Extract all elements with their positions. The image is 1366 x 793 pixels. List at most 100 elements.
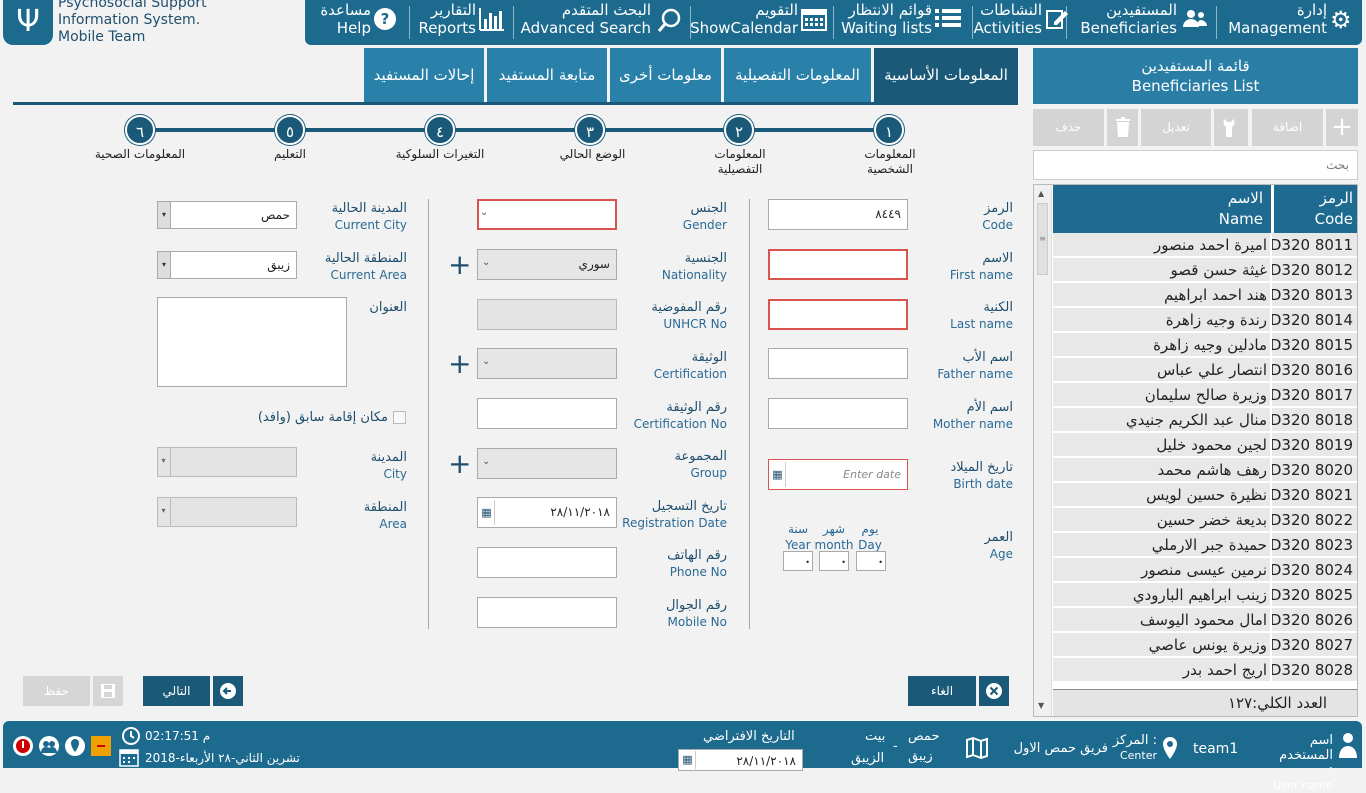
- nationality-select[interactable]: سوري: [477, 249, 617, 280]
- wizard-step-2[interactable]: ٢: [724, 115, 754, 145]
- table-row[interactable]: بديعة خضر حسين D320 8022: [1053, 508, 1357, 532]
- table-row[interactable]: مادلين وجيه زاهرة D320 8015: [1053, 333, 1357, 357]
- row-code: D320 8013: [1269, 286, 1353, 304]
- nav-beneficiaries[interactable]: المستفيدين Beneficiaries: [1075, 0, 1177, 45]
- nav-reports[interactable]: التقارير Reports: [413, 0, 476, 45]
- table-row[interactable]: انتصار علي عباس D320 8016: [1053, 358, 1357, 382]
- scroll-thumb[interactable]: ≡: [1037, 203, 1048, 275]
- mobile-field[interactable]: [477, 597, 617, 628]
- code-field[interactable]: ٨٤٤٩: [768, 199, 908, 230]
- chevron-down-icon[interactable]: ▾: [157, 251, 171, 279]
- save-button[interactable]: حفظ: [23, 676, 90, 706]
- birth-date-field[interactable]: Enter date: [768, 459, 908, 490]
- name-column-header[interactable]: الاسم Name: [1053, 185, 1271, 233]
- close-icon[interactable]: [979, 676, 1009, 706]
- wizard-step-4[interactable]: ٤: [425, 115, 455, 145]
- arrow-left-icon[interactable]: [213, 676, 243, 706]
- last-name-field[interactable]: [768, 299, 908, 330]
- chevron-down-icon: ▾: [157, 447, 171, 477]
- nav-management[interactable]: إدارة Management: [1210, 0, 1327, 45]
- nav-activities[interactable]: النشاطات Activities: [965, 0, 1042, 45]
- wizard-step-5[interactable]: ٥: [275, 115, 305, 145]
- cancel-button[interactable]: الغاء: [908, 676, 976, 706]
- age-month-input[interactable]: •: [819, 551, 849, 571]
- scroll-down-icon[interactable]: ▼: [1038, 701, 1044, 710]
- table-row[interactable]: وزيرة صالح سليمان D320 8017: [1053, 383, 1357, 407]
- edit-button[interactable]: تعديل: [1141, 109, 1211, 146]
- power-icon[interactable]: [13, 736, 33, 756]
- table-row[interactable]: زينب ابراهيم البارودي D320 8025: [1053, 583, 1357, 607]
- phone-field[interactable]: [477, 547, 617, 578]
- add-nationality-button[interactable]: +: [448, 251, 471, 279]
- nav-waiting-lists[interactable]: قوائم الانتظار Waiting lists: [840, 0, 932, 45]
- location-pin-icon[interactable]: [65, 736, 85, 756]
- table-row[interactable]: رندة وجيه زاهرة D320 8014: [1053, 308, 1357, 332]
- current-city-select[interactable]: حمص: [157, 201, 297, 229]
- calendar-icon[interactable]: ▦: [680, 751, 696, 769]
- search-input[interactable]: بحث: [1033, 150, 1358, 180]
- table-row[interactable]: نرمين عيسى منصور D320 8024: [1053, 558, 1357, 582]
- prev-residence-checkbox[interactable]: [393, 411, 406, 424]
- add-group-button[interactable]: +: [448, 450, 471, 478]
- table-row[interactable]: لجين محمود خليل D320 8019: [1053, 433, 1357, 457]
- wizard-step-1[interactable]: ١: [874, 115, 904, 145]
- calendar-icon[interactable]: ▦: [479, 500, 495, 525]
- mother-name-field[interactable]: [768, 398, 908, 429]
- save-icon[interactable]: [93, 676, 123, 706]
- certification-select[interactable]: [477, 348, 617, 379]
- nav-advanced-search[interactable]: البحث المتقدم Advanced Search: [521, 0, 651, 45]
- cell-divider: [1270, 583, 1272, 607]
- tab-basic-info[interactable]: المعلومات الأساسية: [874, 48, 1018, 103]
- tab-beneficiary-followup[interactable]: متابعة المستفيد: [487, 48, 607, 103]
- tab-detailed-info[interactable]: المعلومات التفصيلية: [724, 48, 871, 103]
- trash-icon[interactable]: [1107, 109, 1138, 146]
- tab-beneficiary-referrals[interactable]: إحالات المستفيد: [364, 48, 484, 103]
- table-row[interactable]: وزيرة يونس عاصي D320 8027: [1053, 633, 1357, 657]
- table-row[interactable]: امال محمود اليوسف D320 8026: [1053, 608, 1357, 632]
- next-button[interactable]: التالي: [143, 676, 210, 706]
- scroll-up-icon[interactable]: ▲: [1038, 189, 1044, 198]
- tab-other-info[interactable]: معلومات أخرى: [610, 48, 721, 103]
- add-certification-button[interactable]: +: [448, 350, 471, 378]
- svg-text:?: ?: [381, 10, 390, 28]
- table-row[interactable]: منال عبد الكريم جنيدي D320 8018: [1053, 408, 1357, 432]
- chevron-down-icon[interactable]: ▾: [157, 201, 171, 229]
- current-area-select[interactable]: زيبق: [157, 251, 297, 279]
- wizard-step-6[interactable]: ٦: [125, 115, 155, 145]
- registration-date-field[interactable]: ٢٨/١١/٢٠١٨: [477, 497, 617, 528]
- age-year-input[interactable]: •: [783, 551, 813, 571]
- clock-icon: [121, 725, 141, 749]
- nav-help[interactable]: مساعدة Help: [315, 0, 371, 45]
- table-row[interactable]: رهف هاشم محمد D320 8020: [1053, 458, 1357, 482]
- area-select[interactable]: [157, 497, 297, 527]
- table-row[interactable]: هند احمد ابراهيم D320 8013: [1053, 283, 1357, 307]
- certification-no-field[interactable]: [477, 398, 617, 429]
- table-row[interactable]: اريج احمد بدر D320 8028: [1053, 658, 1357, 682]
- wizard-step-3[interactable]: ٣: [575, 115, 605, 145]
- address-textarea[interactable]: [157, 297, 347, 387]
- unhcr-field[interactable]: [477, 299, 617, 330]
- wrench-icon[interactable]: [1214, 109, 1248, 146]
- add-button[interactable]: اضافة: [1252, 109, 1323, 146]
- table-row[interactable]: حميدة جبر الارملي D320 8023: [1053, 533, 1357, 557]
- first-name-field[interactable]: [768, 249, 908, 280]
- calendar-icon[interactable]: ▦: [770, 462, 786, 487]
- table-row[interactable]: غيثة حسن قصو D320 8012: [1053, 258, 1357, 282]
- team-icon[interactable]: [39, 736, 59, 756]
- city-select[interactable]: [157, 447, 297, 477]
- age-day-input[interactable]: •: [856, 551, 886, 571]
- search-icon: [657, 7, 683, 40]
- scrollbar[interactable]: ▲ ≡ ▼: [1034, 185, 1052, 716]
- table-row[interactable]: اميرة احمد منصور D320 8011: [1053, 233, 1357, 257]
- nav-calendar[interactable]: التقويم ShowCalendar: [690, 0, 798, 45]
- code-column-header[interactable]: الرمز Code: [1273, 185, 1357, 233]
- table-row[interactable]: نظيرة حسين لويس D320 8021: [1053, 483, 1357, 507]
- minimize-button[interactable]: [91, 736, 111, 756]
- row-name: امال محمود اليوسف: [1139, 611, 1267, 629]
- add-icon[interactable]: +: [1326, 109, 1358, 146]
- group-select[interactable]: [477, 448, 617, 479]
- gender-select[interactable]: [477, 199, 617, 230]
- father-name-field[interactable]: [768, 348, 908, 379]
- delete-button[interactable]: حذف: [1033, 109, 1104, 146]
- father-name-label: اسم الأب Father name: [937, 350, 1013, 381]
